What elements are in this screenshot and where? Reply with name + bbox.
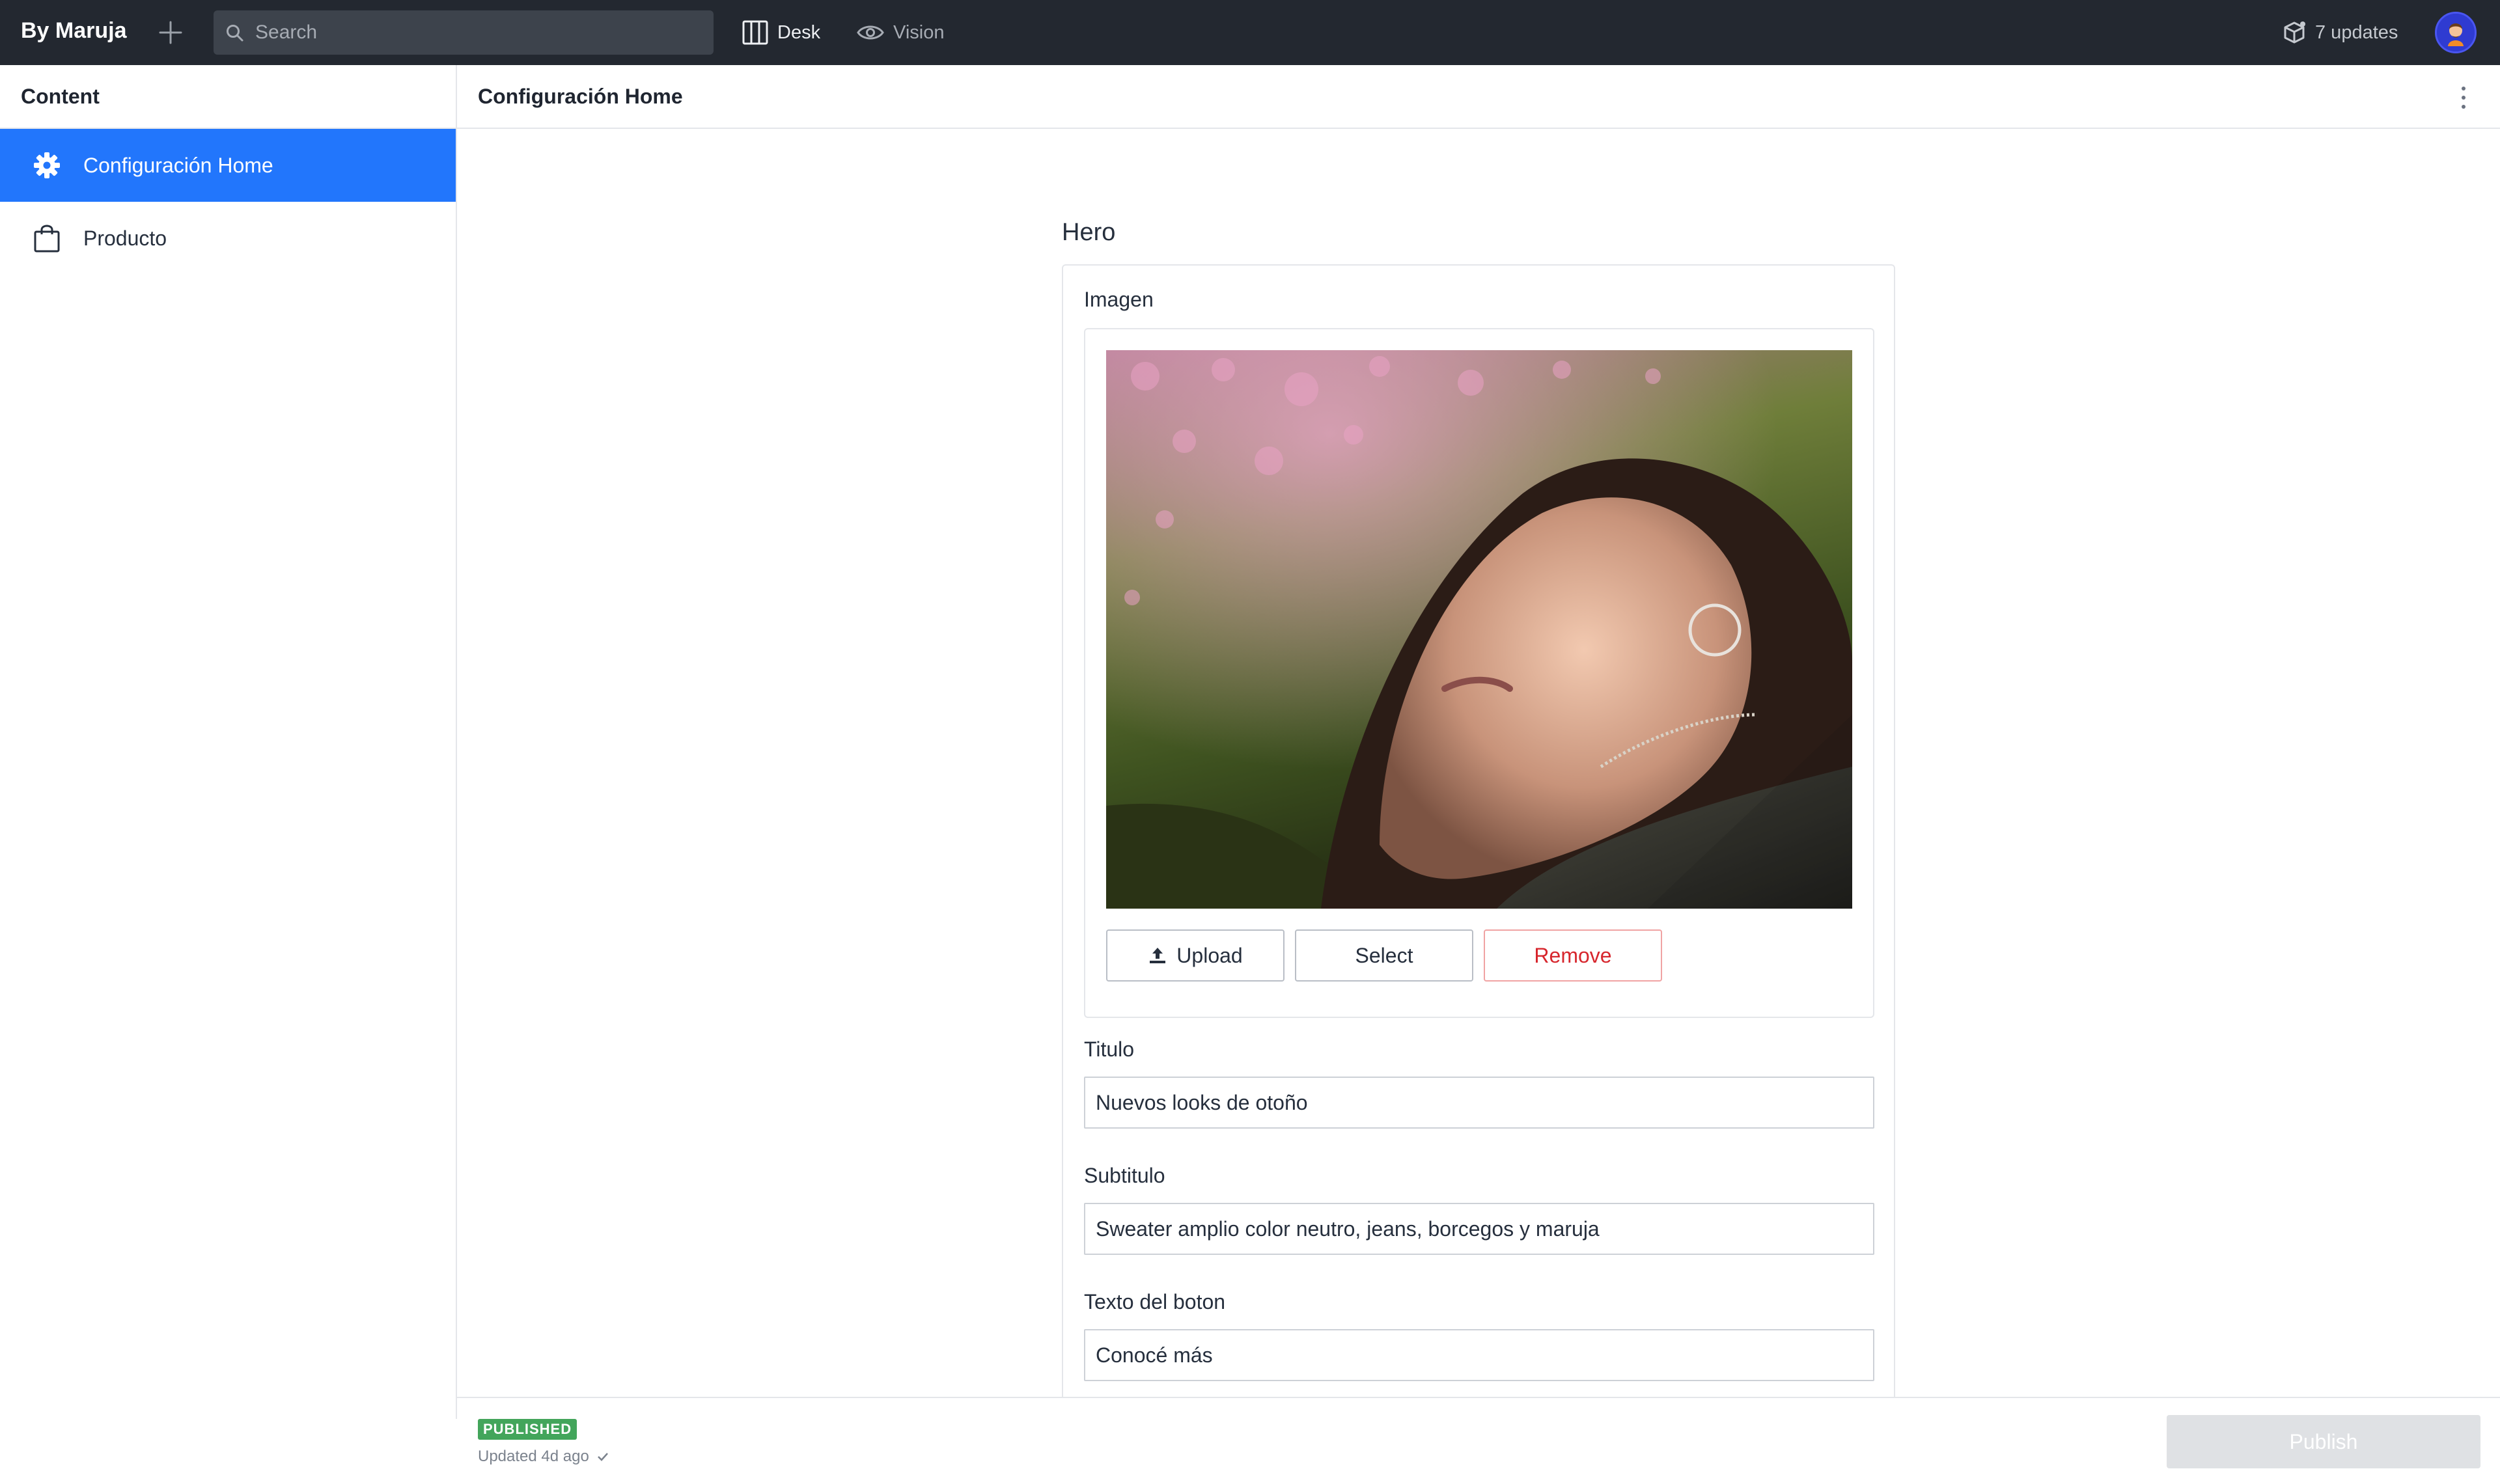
remove-button-label: Remove	[1534, 943, 1612, 967]
boton-input[interactable]	[1084, 1329, 1874, 1381]
boton-field-label: Texto del boton	[1084, 1290, 1226, 1313]
upload-button-label: Upload	[1176, 943, 1243, 967]
document-form: Hero Imagen Upload Select Remove Titulo …	[457, 130, 2500, 1397]
create-new-button[interactable]	[155, 17, 186, 48]
content-sidebar: Content Configuración Home Producto	[0, 65, 457, 1419]
search-icon	[227, 25, 243, 42]
search-input[interactable]	[255, 10, 698, 55]
updates-button[interactable]: 7 updates	[2283, 0, 2398, 65]
desk-tool-label: Desk	[777, 21, 821, 43]
top-navbar: By Maruja Desk Vision 7 updates	[0, 0, 2500, 65]
status-badge: PUBLISHED	[478, 1419, 577, 1440]
search-bar[interactable]	[214, 10, 714, 55]
subtitulo-field-label: Subtitulo	[1084, 1164, 1165, 1187]
plus-icon	[159, 21, 182, 44]
desk-tool-button[interactable]: Desk	[742, 0, 820, 65]
sidebar-title: Content	[0, 65, 456, 129]
publish-button[interactable]: Publish	[2167, 1415, 2480, 1468]
checkmark-icon	[597, 1453, 608, 1461]
sidebar-item-configuracion-home[interactable]: Configuración Home	[0, 129, 456, 202]
titulo-field-label: Titulo	[1084, 1037, 1135, 1061]
package-icon	[2284, 21, 2305, 44]
hero-photo-image	[1106, 350, 1852, 909]
gear-icon	[34, 152, 60, 178]
updates-label: 7 updates	[2315, 21, 2398, 43]
desk-columns-icon	[742, 20, 768, 45]
titulo-input[interactable]	[1084, 1077, 1874, 1129]
upload-icon	[1150, 948, 1166, 963]
document-title: Configuración Home	[478, 85, 683, 108]
sidebar-item-producto[interactable]: Producto	[0, 202, 456, 275]
vision-tool-label: Vision	[893, 21, 945, 43]
section-title-hero: Hero	[1062, 219, 1116, 246]
hero-fieldset: Imagen Upload Select Remove Titulo Nuevo…	[1062, 264, 1895, 1397]
document-pane: Configuración Home Hero Imagen Upload Se…	[457, 65, 2500, 1484]
brand-title[interactable]: By Maruja	[21, 18, 127, 44]
upload-button[interactable]: Upload	[1106, 929, 1285, 982]
updated-label: Updated 4d ago	[478, 1448, 589, 1465]
subtitulo-input[interactable]	[1084, 1203, 1874, 1255]
user-avatar[interactable]	[2435, 12, 2477, 53]
updated-timestamp: Updated 4d ago	[478, 1448, 610, 1466]
select-button[interactable]: Select	[1295, 929, 1473, 982]
more-vertical-icon	[2462, 87, 2465, 109]
document-header: Configuración Home	[457, 65, 2500, 129]
select-button-label: Select	[1355, 943, 1413, 967]
image-field-label: Imagen	[1084, 288, 1154, 311]
eye-icon	[857, 25, 884, 40]
shopping-bag-icon	[34, 225, 60, 253]
user-avatar-icon	[2437, 14, 2475, 51]
sidebar-item-label: Producto	[83, 226, 167, 250]
document-footer: PUBLISHED Updated 4d ago Publish	[457, 1397, 2500, 1484]
hero-image-preview[interactable]	[1106, 350, 1852, 909]
document-menu-button[interactable]	[2451, 83, 2477, 112]
sidebar-item-label: Configuración Home	[83, 153, 273, 177]
remove-button[interactable]: Remove	[1484, 929, 1662, 982]
vision-tool-button[interactable]: Vision	[857, 0, 944, 65]
image-field: Upload Select Remove	[1084, 328, 1874, 1018]
